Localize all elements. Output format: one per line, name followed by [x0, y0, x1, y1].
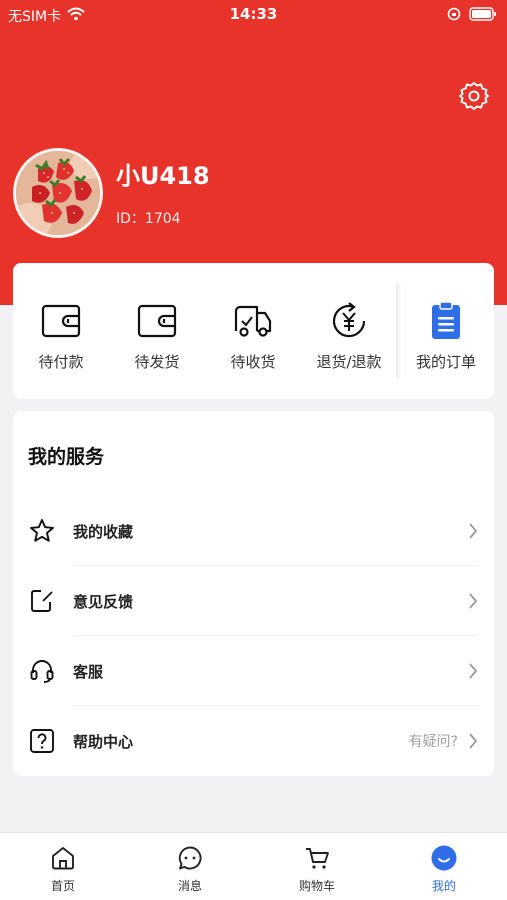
chevron-right-icon	[468, 662, 478, 680]
my-orders[interactable]: 我的订单	[398, 263, 494, 399]
profile-icon	[431, 845, 457, 871]
service-help-center[interactable]: 帮助中心 有疑问?	[13, 706, 494, 776]
edit-icon	[29, 588, 55, 614]
user-id-label: ID：	[116, 211, 145, 227]
help-hint: 有疑问?	[408, 734, 458, 750]
service-label: 帮助中心	[73, 733, 134, 751]
chevron-right-icon	[468, 522, 478, 540]
wallet-icon	[137, 301, 177, 341]
service-label: 客服	[73, 663, 104, 681]
service-label: 我的收藏	[73, 523, 134, 541]
order-label: 退货/退款	[316, 353, 382, 371]
cart-icon	[304, 845, 330, 871]
status-time: 14:33	[229, 5, 278, 23]
tab-profile[interactable]: 我的	[381, 833, 507, 900]
settings-gear-icon[interactable]	[458, 80, 490, 112]
username: 小U418	[116, 162, 210, 190]
truck-icon	[233, 301, 273, 341]
status-bar: 无SIM卡 14:33	[0, 0, 507, 30]
user-id: ID：1704	[116, 208, 181, 228]
avatar[interactable]	[13, 148, 103, 238]
order-pending-shipment[interactable]: 待发货	[109, 263, 205, 399]
service-feedback[interactable]: 意见反馈	[13, 566, 494, 636]
tab-cart[interactable]: 购物车	[254, 833, 380, 900]
order-label: 我的订单	[415, 353, 476, 371]
tab-label: 我的	[431, 879, 456, 893]
chat-icon	[177, 845, 203, 871]
wallet-icon	[41, 301, 81, 341]
service-label: 意见反馈	[73, 593, 134, 611]
orders-card: 待付款 待发货 待收货 退货/退款 我的订单	[13, 263, 494, 399]
service-favorites[interactable]: 我的收藏	[13, 496, 494, 566]
services-title: 我的服务	[28, 446, 105, 468]
tab-label: 消息	[177, 879, 202, 893]
services-card: 我的服务 我的收藏 意见反馈 客服 帮助中心 有疑问?	[13, 411, 494, 776]
order-label: 待付款	[38, 353, 84, 371]
order-label: 待发货	[134, 353, 180, 371]
order-refund[interactable]: 退货/退款	[301, 263, 397, 399]
star-icon	[29, 518, 55, 544]
tab-messages[interactable]: 消息	[127, 833, 253, 900]
tab-label: 购物车	[298, 879, 335, 893]
headset-icon	[29, 658, 55, 684]
clipboard-icon	[426, 301, 466, 341]
chevron-right-icon	[468, 592, 478, 610]
order-label: 待收货	[230, 353, 276, 371]
order-pending-receipt[interactable]: 待收货	[205, 263, 301, 399]
tab-home[interactable]: 首页	[0, 833, 126, 900]
order-pending-payment[interactable]: 待付款	[13, 263, 109, 399]
bottom-tab-bar: 首页 消息 购物车 我的	[0, 832, 507, 900]
refund-icon	[329, 301, 369, 341]
service-customer-support[interactable]: 客服	[13, 636, 494, 706]
home-icon	[50, 845, 76, 871]
chevron-right-icon	[468, 732, 478, 750]
tab-label: 首页	[50, 879, 75, 893]
help-icon	[29, 728, 55, 754]
profile-header: 无SIM卡 14:33 小U418 ID：1704	[0, 0, 507, 305]
battery-icon	[469, 7, 497, 25]
user-id-value: 1704	[144, 211, 181, 227]
rotation-lock-icon	[447, 7, 461, 25]
